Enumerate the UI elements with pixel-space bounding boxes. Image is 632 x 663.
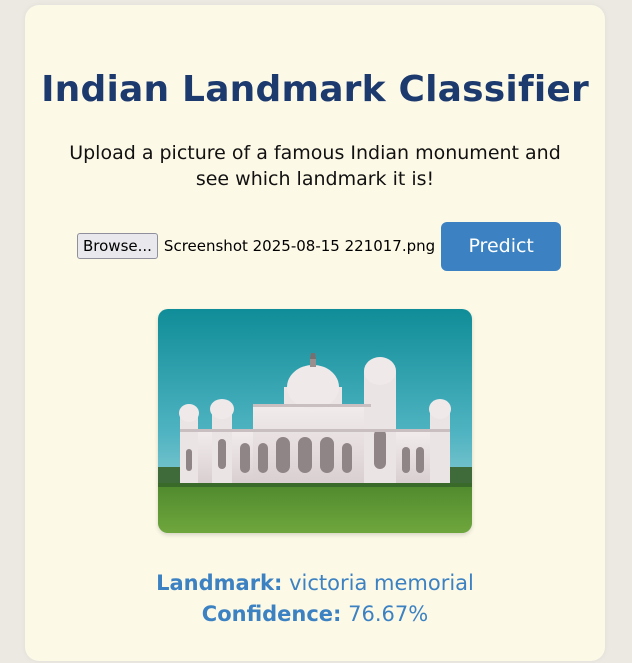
result-confidence: Confidence: 76.67% [25, 602, 605, 626]
browse-button[interactable]: Browse... [77, 233, 158, 259]
page-title: Indian Landmark Classifier [41, 69, 589, 110]
classifier-card: Indian Landmark Classifier Upload a pict… [25, 5, 605, 661]
result-landmark: Landmark: victoria memorial [25, 571, 605, 595]
confidence-value: 76.67% [348, 602, 429, 626]
predict-button[interactable]: Predict [441, 221, 562, 271]
selected-file-name: Screenshot 2025-08-15 221017.png [163, 237, 436, 255]
upload-row: Browse... Screenshot 2025-08-15 221017.p… [77, 218, 562, 274]
landmark-label: Landmark: [156, 571, 283, 595]
uploaded-image-preview [158, 309, 472, 533]
victoria-memorial-image [158, 309, 472, 533]
landmark-value: victoria memorial [289, 571, 474, 595]
confidence-label: Confidence: [201, 602, 342, 626]
page-subtitle: Upload a picture of a famous Indian monu… [69, 142, 561, 190]
